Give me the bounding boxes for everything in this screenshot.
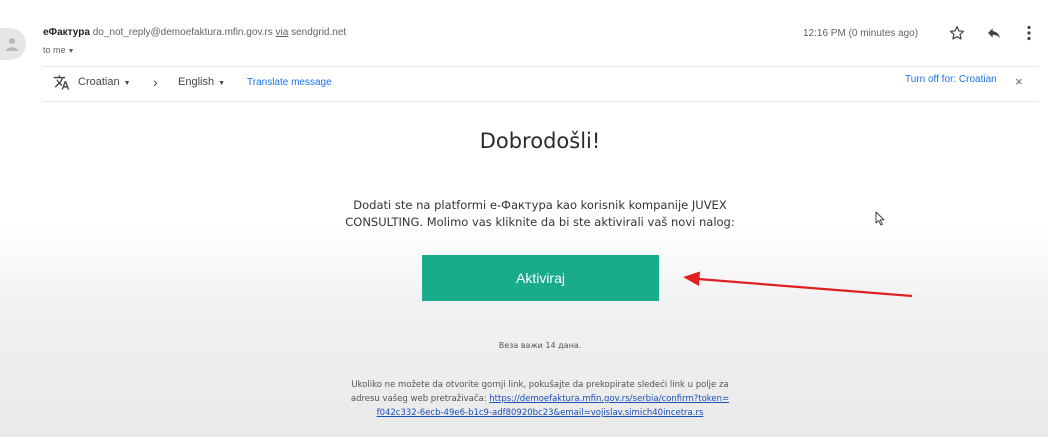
source-language-dropdown[interactable]: Croatian ▼ xyxy=(78,76,131,88)
more-vert-icon xyxy=(1027,25,1031,41)
fallback-instructions: Ukoliko ne možete da otvorite gornji lin… xyxy=(300,378,780,420)
via-domain: sendgrid.net xyxy=(291,27,347,38)
translate-icon xyxy=(53,74,70,94)
turn-off-translation-link[interactable]: Turn off for: Croatian xyxy=(905,74,997,85)
link-validity-note: Веза важи 14 дана. xyxy=(498,341,582,350)
caret-down-icon: ▼ xyxy=(67,48,75,55)
sender-email: do_not_reply@demoefaktura.mfin.gov.rs xyxy=(92,27,273,38)
triangle-down-icon: ▼ xyxy=(218,80,226,87)
fallback-line-1: Ukoliko ne možete da otvorite gornji lin… xyxy=(351,380,729,390)
via-label[interactable]: via xyxy=(276,27,289,38)
reply-button[interactable] xyxy=(983,22,1005,44)
welcome-message: Dodati ste na platformi e-Фактура kao ko… xyxy=(320,197,760,231)
target-language-dropdown[interactable]: English ▼ xyxy=(178,76,225,88)
person-avatar-icon xyxy=(6,38,18,51)
mouse-cursor-icon xyxy=(875,211,885,231)
sender-name[interactable]: eФактура xyxy=(43,27,90,38)
star-button[interactable] xyxy=(946,22,968,44)
activation-link[interactable]: https://demoefaktura.mfin.gov.rs/serbia/… xyxy=(489,394,729,404)
message-line-1: Dodati ste na platformi e-Фактура kao ko… xyxy=(353,198,727,212)
reply-icon xyxy=(988,28,1000,39)
welcome-heading: Dobrodošli! xyxy=(479,129,601,153)
fallback-line-3: f042c332-6ecb-49e6-b1c9-adf80920bc23&ema… xyxy=(300,406,780,420)
source-language-label: Croatian xyxy=(78,76,120,88)
email-timestamp: 12:16 PM (0 minutes ago) xyxy=(803,28,919,39)
fallback-prefix: adresu vašeg web pretraživača: xyxy=(350,394,490,404)
translate-message-link[interactable]: Translate message xyxy=(247,77,332,88)
sender-line: eФактура do_not_reply@demoefaktura.mfin.… xyxy=(43,27,346,38)
activate-button[interactable]: Aktiviraj xyxy=(422,255,659,301)
translate-bar: Croatian ▼ › English ▼ Translate message T… xyxy=(43,66,1038,102)
close-icon[interactable]: × xyxy=(1015,74,1023,89)
recipient-dropdown[interactable]: to me ▼ xyxy=(43,45,74,55)
activation-link-continued[interactable]: f042c332-6ecb-49e6-b1c9-adf80920bc23&ema… xyxy=(377,408,704,418)
star-icon xyxy=(949,26,965,40)
more-options-button[interactable] xyxy=(1018,22,1040,44)
sender-avatar xyxy=(0,28,26,60)
target-language-label: English xyxy=(178,76,215,88)
fallback-line-2: adresu vašeg web pretraživača: https://d… xyxy=(300,392,780,406)
triangle-down-icon: ▼ xyxy=(123,80,131,87)
chevron-right-icon: › xyxy=(153,74,158,90)
recipient-label: to me xyxy=(43,45,66,55)
message-line-2: CONSULTING. Molimo vas kliknite da bi st… xyxy=(345,215,735,229)
